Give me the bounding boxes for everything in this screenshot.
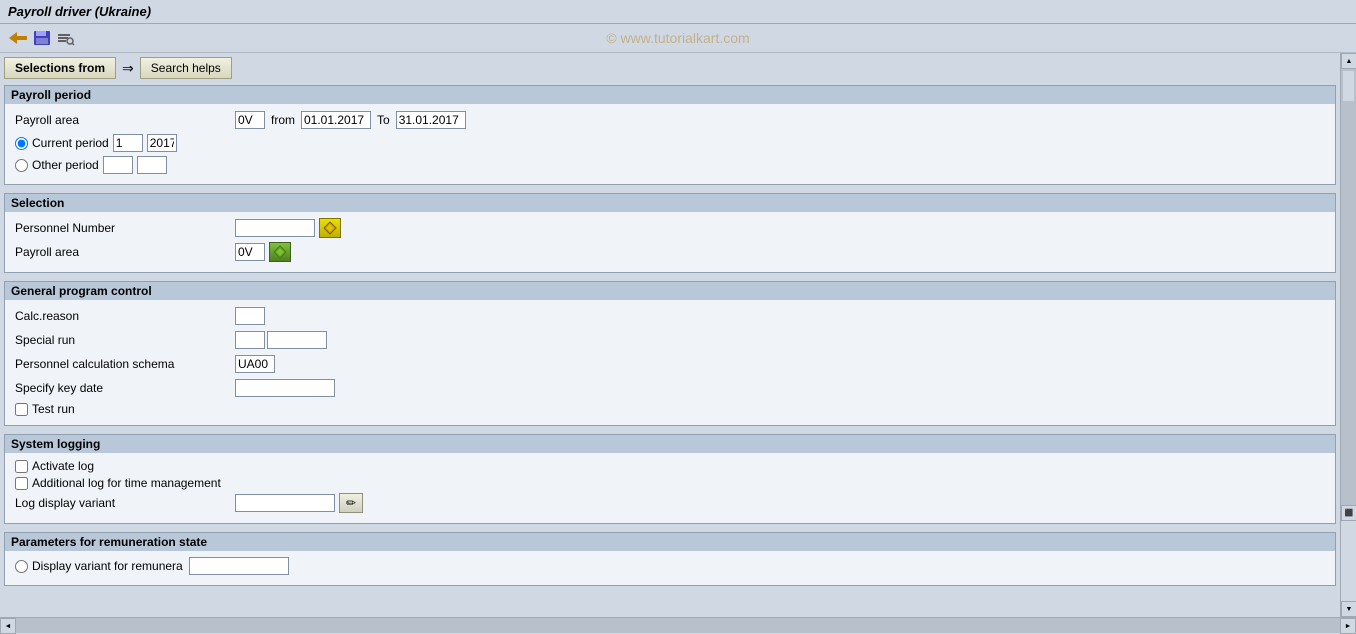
scroll-left-button[interactable]: ◄ bbox=[0, 618, 16, 634]
parameters-remuneration-body: Display variant for remunera bbox=[5, 551, 1335, 585]
system-logging-header: System logging bbox=[5, 435, 1335, 453]
toolbar: © www.tutorialkart.com bbox=[0, 24, 1356, 53]
selection-payroll-area-field[interactable] bbox=[235, 243, 265, 261]
log-display-variant-row: Log display variant ✏ bbox=[15, 493, 1325, 513]
arrow-icon: ⇒ bbox=[118, 58, 138, 79]
personnel-number-field[interactable] bbox=[235, 219, 315, 237]
from-date-field[interactable] bbox=[301, 111, 371, 129]
activate-log-checkbox[interactable] bbox=[15, 460, 28, 473]
button-bar: Selections from ⇒ Search helps bbox=[4, 57, 1336, 79]
payroll-period-section: Payroll period Payroll area from To bbox=[4, 85, 1336, 185]
parameters-remuneration-section: Parameters for remuneration state Displa… bbox=[4, 532, 1336, 586]
payroll-period-header: Payroll period bbox=[5, 86, 1335, 104]
personnel-number-row: Personnel Number bbox=[15, 218, 1325, 238]
personnel-calc-schema-field[interactable] bbox=[235, 355, 275, 373]
other-period-row: Other period bbox=[15, 156, 1325, 174]
back-icon[interactable] bbox=[8, 28, 28, 48]
find-icon[interactable] bbox=[56, 28, 76, 48]
parameters-remuneration-header: Parameters for remuneration state bbox=[5, 533, 1335, 551]
special-run-field2[interactable] bbox=[267, 331, 327, 349]
log-display-variant-edit-icon[interactable]: ✏ bbox=[339, 493, 363, 513]
right-scrollbar: ▲ ⬛ ▼ bbox=[1340, 53, 1356, 617]
selections-from-button[interactable]: Selections from bbox=[4, 57, 116, 79]
current-period-radio[interactable] bbox=[15, 137, 28, 150]
selection-body: Personnel Number Payroll area bbox=[5, 212, 1335, 272]
scroll-track-bottom[interactable] bbox=[1341, 521, 1356, 601]
test-run-row: Test run bbox=[15, 402, 1325, 416]
general-program-control-section: General program control Calc.reason Spec… bbox=[4, 281, 1336, 426]
test-run-label: Test run bbox=[32, 402, 75, 416]
to-label: To bbox=[377, 113, 390, 127]
other-period-radio[interactable] bbox=[15, 159, 28, 172]
bottom-scrollbar: ◄ ► bbox=[0, 617, 1356, 633]
title-bar: Payroll driver (Ukraine) bbox=[0, 0, 1356, 24]
other-period-val1[interactable] bbox=[103, 156, 133, 174]
payroll-area-field[interactable] bbox=[235, 111, 265, 129]
special-run-row: Special run bbox=[15, 330, 1325, 350]
general-program-control-header: General program control bbox=[5, 282, 1335, 300]
additional-log-checkbox[interactable] bbox=[15, 477, 28, 490]
personnel-number-select-icon[interactable] bbox=[319, 218, 341, 238]
personnel-number-label: Personnel Number bbox=[15, 221, 235, 235]
watermark: © www.tutorialkart.com bbox=[606, 30, 749, 46]
display-variant-remunera-field[interactable] bbox=[189, 557, 289, 575]
scroll-split-button[interactable]: ⬛ bbox=[1341, 505, 1356, 521]
display-variant-remunera-radio[interactable] bbox=[15, 560, 28, 573]
scroll-right-button[interactable]: ► bbox=[1340, 618, 1356, 634]
scroll-down-button[interactable]: ▼ bbox=[1341, 601, 1356, 617]
log-display-variant-field[interactable] bbox=[235, 494, 335, 512]
display-variant-remunera-row: Display variant for remunera bbox=[15, 557, 1325, 575]
personnel-calc-schema-row: Personnel calculation schema bbox=[15, 354, 1325, 374]
general-program-control-body: Calc.reason Special run Personnel calcu bbox=[5, 300, 1335, 425]
system-logging-body: Activate log Additional log for time man… bbox=[5, 453, 1335, 523]
current-period-val1[interactable] bbox=[113, 134, 143, 152]
special-run-field1[interactable] bbox=[235, 331, 265, 349]
additional-log-label: Additional log for time management bbox=[32, 476, 221, 490]
search-helps-button[interactable]: Search helps bbox=[140, 57, 232, 79]
payroll-area-select-icon[interactable] bbox=[269, 242, 291, 262]
from-label: from bbox=[271, 113, 295, 127]
activate-log-row: Activate log bbox=[15, 459, 1325, 473]
bottom-scroll-track[interactable] bbox=[16, 618, 1340, 633]
main-scroll-area: Selections from ⇒ Search helps Payroll p… bbox=[0, 53, 1340, 617]
other-period-val2[interactable] bbox=[137, 156, 167, 174]
system-logging-section: System logging Activate log Additional l… bbox=[4, 434, 1336, 524]
special-run-label: Special run bbox=[15, 333, 235, 347]
current-period-label: Current period bbox=[32, 136, 109, 150]
test-run-checkbox[interactable] bbox=[15, 403, 28, 416]
selection-payroll-area-row: Payroll area bbox=[15, 242, 1325, 262]
activate-log-label: Activate log bbox=[32, 459, 94, 473]
scroll-up-button[interactable]: ▲ bbox=[1341, 53, 1356, 69]
payroll-area-row: Payroll area from To bbox=[15, 110, 1325, 130]
selection-section: Selection Personnel Number bbox=[4, 193, 1336, 273]
calc-reason-label: Calc.reason bbox=[15, 309, 235, 323]
current-period-val2[interactable] bbox=[147, 134, 177, 152]
calc-reason-row: Calc.reason bbox=[15, 306, 1325, 326]
calc-reason-field[interactable] bbox=[235, 307, 265, 325]
specify-key-date-row: Specify key date bbox=[15, 378, 1325, 398]
other-period-label: Other period bbox=[32, 158, 99, 172]
specify-key-date-field[interactable] bbox=[235, 379, 335, 397]
personnel-calc-schema-label: Personnel calculation schema bbox=[15, 357, 235, 371]
display-variant-remunera-label: Display variant for remunera bbox=[32, 559, 183, 573]
scroll-track[interactable] bbox=[1341, 69, 1356, 505]
log-display-variant-label: Log display variant bbox=[15, 496, 235, 510]
current-period-row: Current period bbox=[15, 134, 1325, 152]
selection-payroll-area-label: Payroll area bbox=[15, 245, 235, 259]
window-title: Payroll driver (Ukraine) bbox=[8, 4, 151, 19]
payroll-area-label: Payroll area bbox=[15, 113, 235, 127]
selection-header: Selection bbox=[5, 194, 1335, 212]
to-date-field[interactable] bbox=[396, 111, 466, 129]
payroll-period-body: Payroll area from To Current period bbox=[5, 104, 1335, 184]
specify-key-date-label: Specify key date bbox=[15, 381, 235, 395]
save-icon[interactable] bbox=[32, 28, 52, 48]
additional-log-row: Additional log for time management bbox=[15, 476, 1325, 490]
